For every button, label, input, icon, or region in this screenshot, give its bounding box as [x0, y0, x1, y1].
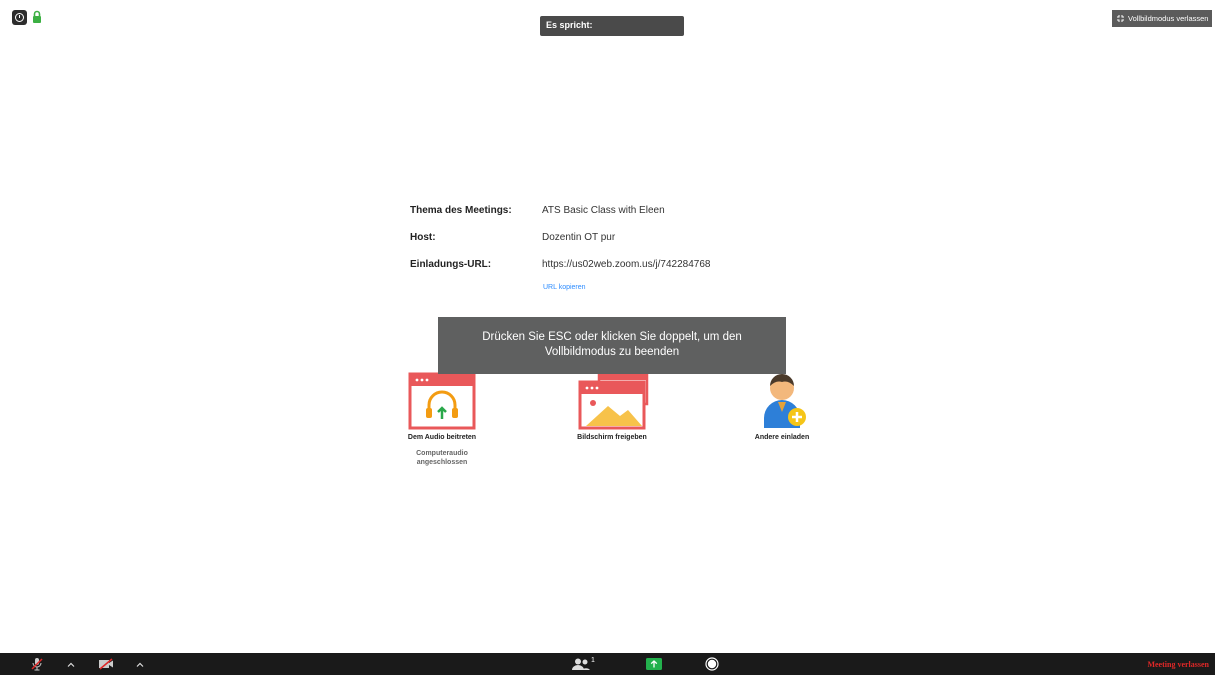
share-screen-label: Bildschirm freigeben — [577, 434, 647, 441]
url-label: Einladungs-URL: — [410, 259, 492, 270]
url-value: https://us02web.zoom.us/j/742284768 — [542, 259, 711, 270]
fullscreen-hint-toast: Drücken Sie ESC oder klicken Sie doppelt… — [438, 317, 786, 374]
meeting-info-panel: Thema des Meetings: ATS Basic Class with… — [410, 205, 830, 286]
participants-button[interactable]: 1 — [568, 653, 598, 675]
audio-status-line2: angeschlossen — [416, 459, 468, 466]
toast-line-2: Vollbildmodus zu beenden — [544, 346, 680, 358]
record-button[interactable] — [704, 653, 720, 675]
topic-label: Thema des Meetings: — [410, 205, 512, 216]
audio-options-chevron[interactable] — [64, 653, 78, 675]
collapse-icon — [1117, 15, 1124, 22]
toast-line-1: Drücken Sie ESC oder klicken Sie doppelt… — [482, 331, 742, 343]
share-screen-button[interactable]: Bildschirm freigeben — [568, 370, 656, 441]
active-speaker-label: Es spricht: — [540, 16, 684, 36]
mute-button[interactable] — [28, 653, 46, 675]
host-row: Host: Dozentin OT pur — [410, 232, 830, 259]
video-options-chevron[interactable] — [133, 653, 147, 675]
host-value: Dozentin OT pur — [542, 232, 616, 243]
invite-person-icon — [764, 374, 806, 428]
leave-meeting-button[interactable]: Meeting verlassen — [1147, 660, 1209, 669]
join-audio-label: Dem Audio beitreten — [407, 434, 477, 441]
url-row: Einladungs-URL: https://us02web.zoom.us/… — [410, 259, 830, 286]
lock-icon[interactable] — [32, 10, 42, 24]
invite-button[interactable]: Andere einladen — [738, 368, 826, 441]
exit-fullscreen-button[interactable]: Vollbildmodus verlassen — [1112, 10, 1212, 27]
top-bar: Es spricht: Vollbildmodus verlassen — [0, 0, 1215, 40]
invite-label: Andere einladen — [754, 434, 810, 441]
meeting-toolbar: 1 Meeting verlassen — [0, 653, 1215, 675]
host-label: Host: — [410, 232, 436, 243]
start-video-button[interactable] — [96, 653, 116, 675]
participants-count: 1 — [591, 656, 595, 664]
record-icon — [705, 657, 719, 671]
video-off-icon — [99, 658, 113, 670]
exit-fullscreen-label: Vollbildmodus verlassen — [1128, 14, 1209, 23]
topic-row: Thema des Meetings: ATS Basic Class with… — [410, 205, 830, 232]
microphone-muted-icon — [31, 658, 43, 671]
audio-status: Computeraudio angeschlossen — [398, 449, 486, 467]
chevron-up-icon — [136, 662, 144, 667]
audio-status-line1: Computeraudio — [416, 450, 468, 457]
headphones-icon — [408, 372, 476, 430]
meeting-info-icon[interactable] — [12, 10, 27, 25]
topic-value: ATS Basic Class with Eleen — [542, 205, 665, 216]
share-screen-toolbar-button[interactable] — [645, 653, 663, 675]
copy-url-link[interactable]: URL kopieren — [543, 284, 586, 291]
join-audio-button[interactable]: Dem Audio beitreten Computeraudio angesc… — [398, 372, 486, 467]
participants-icon — [572, 658, 591, 670]
share-arrow-icon — [646, 658, 662, 670]
share-screen-icon — [578, 370, 649, 430]
chevron-up-icon — [67, 662, 75, 667]
